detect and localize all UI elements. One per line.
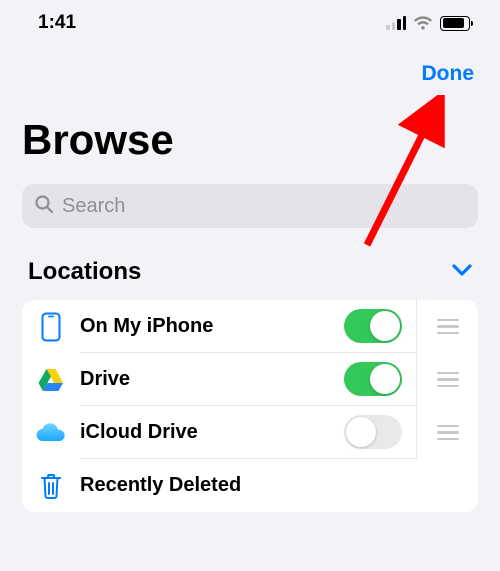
locations-list: On My iPhone Drive iCloud Drive: [22, 300, 478, 512]
row-label: iCloud Drive: [80, 421, 344, 444]
search-placeholder: Search: [62, 195, 125, 218]
row-on-my-iphone: On My iPhone: [22, 300, 478, 353]
status-icons: [386, 16, 470, 31]
section-title: Locations: [28, 258, 141, 286]
toggle-drive[interactable]: [344, 362, 402, 396]
toggle-on-my-iphone[interactable]: [344, 309, 402, 343]
google-drive-icon: [22, 368, 80, 392]
locations-header[interactable]: Locations: [0, 228, 500, 300]
status-bar: 1:41: [0, 0, 500, 42]
reorder-handle[interactable]: [416, 406, 478, 459]
battery-icon: [440, 16, 470, 31]
cellular-signal-icon: [386, 16, 406, 30]
row-label: On My iPhone: [80, 315, 344, 338]
row-icloud-drive: iCloud Drive: [22, 406, 478, 459]
row-recently-deleted[interactable]: Recently Deleted: [22, 459, 478, 512]
row-label: Drive: [80, 368, 344, 391]
row-drive: Drive: [22, 353, 478, 406]
reorder-handle[interactable]: [416, 353, 478, 406]
icloud-icon: [22, 423, 80, 443]
reorder-handle[interactable]: [416, 300, 478, 353]
page-title: Browse: [0, 86, 500, 178]
trash-icon: [22, 472, 80, 500]
chevron-down-icon: [452, 263, 472, 282]
search-input[interactable]: Search: [22, 184, 478, 228]
nav-bar: Done: [0, 42, 500, 86]
wifi-icon: [413, 16, 433, 31]
done-button[interactable]: Done: [422, 62, 475, 86]
search-icon: [34, 194, 54, 219]
status-time: 1:41: [38, 12, 76, 34]
iphone-icon: [22, 312, 80, 342]
toggle-icloud-drive[interactable]: [344, 415, 402, 449]
row-label: Recently Deleted: [80, 474, 464, 497]
